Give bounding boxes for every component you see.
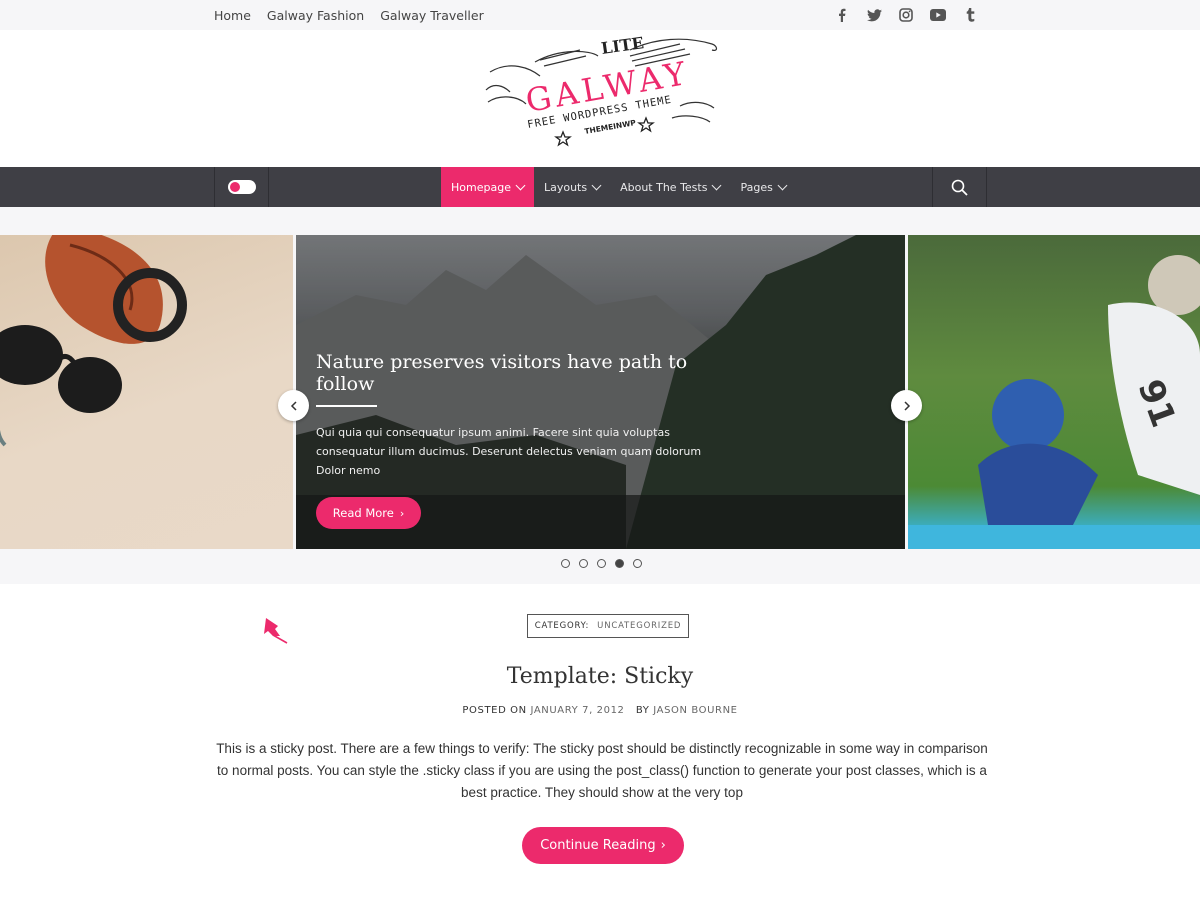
menu-item-label: Pages (740, 180, 773, 194)
post-title[interactable]: Template: Sticky (0, 664, 1200, 689)
logo-graphic: LITE GALWAY FREE WORDPRESS THEME THEMEIN… (485, 33, 718, 147)
post-author[interactable]: JASON BOURNE (653, 705, 737, 716)
dark-mode-toggle-cell (214, 167, 269, 207)
menu-item-pages[interactable]: Pages (730, 167, 795, 207)
sunglasses-image (0, 235, 187, 447)
social-links (834, 0, 978, 30)
chevron-down-icon (591, 180, 602, 190)
facebook-icon[interactable] (834, 7, 850, 23)
dark-mode-toggle[interactable] (228, 180, 256, 194)
slider-dot[interactable] (597, 559, 606, 568)
chevron-down-icon (777, 180, 788, 190)
instagram-icon[interactable] (898, 7, 914, 23)
top-nav-home[interactable]: Home (214, 8, 251, 23)
slider-prev-button[interactable] (278, 390, 309, 421)
chevron-right-icon (903, 400, 910, 411)
tumblr-icon[interactable] (962, 7, 978, 23)
slide-excerpt: Qui quia qui consequatur ipsum animi. Fa… (316, 426, 702, 477)
by-label: BY (635, 705, 650, 716)
top-nav-galway-fashion[interactable]: Galway Fashion (267, 8, 364, 23)
slide-title[interactable]: Nature preserves visitors have path to f… (316, 351, 716, 395)
twitter-icon[interactable] (866, 7, 882, 23)
continue-reading-button[interactable]: Continue Reading › (522, 827, 684, 864)
chevron-right-icon: › (660, 838, 666, 853)
slide-image-football[interactable]: 91 (908, 235, 1200, 549)
category-label: CATEGORY: (534, 621, 590, 631)
slide-caption: Nature preserves visitors have path to f… (316, 351, 716, 480)
youtube-icon[interactable] (930, 7, 946, 23)
read-more-label: Read More (332, 506, 394, 520)
sticky-pin-icon (239, 616, 290, 661)
top-nav: Home Galway Fashion Galway Traveller (214, 0, 484, 30)
category-badge[interactable]: CATEGORY: UNCATEGORIZED (527, 614, 689, 638)
main-navigation: Homepage Layouts About The Tests Pages (0, 167, 1200, 207)
top-nav-galway-traveller[interactable]: Galway Traveller (380, 8, 484, 23)
top-bar: Home Galway Fashion Galway Traveller (0, 0, 1200, 30)
logo-credit: THEMEINWP (584, 118, 637, 136)
slide-image-fashion[interactable] (0, 235, 293, 549)
slider-dot-active[interactable] (615, 559, 624, 568)
slider-next-button[interactable] (891, 390, 922, 421)
continue-reading-label: Continue Reading (540, 838, 656, 853)
toggle-knob (230, 182, 240, 192)
primary-menu: Homepage Layouts About The Tests Pages (441, 167, 796, 207)
slider-pagination (561, 559, 642, 568)
chevron-down-icon (515, 180, 526, 190)
chevron-right-icon: › (399, 506, 405, 520)
football-image: 91 (908, 255, 1200, 549)
slide-title-divider (316, 405, 377, 407)
slider-dot[interactable] (579, 559, 588, 568)
slider-dot[interactable] (561, 559, 570, 568)
search-icon (951, 179, 968, 196)
menu-item-about-the-tests[interactable]: About The Tests (610, 167, 730, 207)
menu-item-label: About The Tests (620, 180, 708, 194)
category-value[interactable]: UNCATEGORIZED (597, 621, 681, 631)
post-meta: POSTED ON JANUARY 7, 2012 BY JASON BOURN… (0, 705, 1200, 716)
chevron-left-icon (290, 400, 297, 411)
search-button[interactable] (932, 167, 987, 207)
menu-item-label: Homepage (451, 180, 511, 194)
posted-on-label: POSTED ON (462, 705, 527, 716)
menu-item-label: Layouts (543, 180, 588, 194)
slide-featured[interactable]: Nature preserves visitors have path to f… (296, 235, 905, 549)
site-logo[interactable]: LITE GALWAY FREE WORDPRESS THEME THEMEIN… (480, 30, 720, 165)
chevron-down-icon (712, 180, 722, 190)
read-more-button[interactable]: Read More › (316, 497, 421, 529)
post-excerpt: This is a sticky post. There are a few t… (216, 741, 988, 800)
slider-dot[interactable] (633, 559, 642, 568)
menu-item-homepage[interactable]: Homepage (441, 167, 534, 207)
post-date[interactable]: JANUARY 7, 2012 (530, 705, 624, 716)
menu-item-layouts[interactable]: Layouts (534, 167, 610, 207)
